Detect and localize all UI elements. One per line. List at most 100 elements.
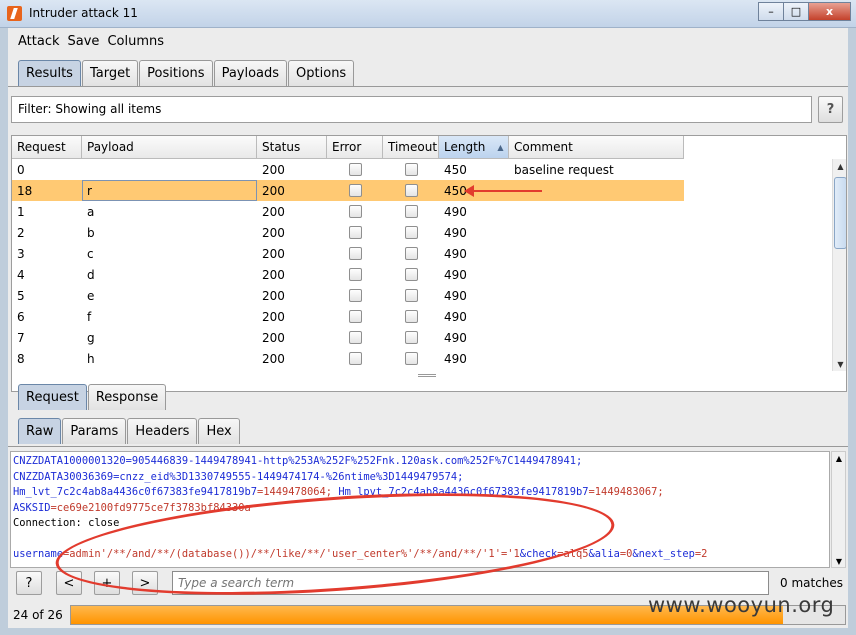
scroll-down-icon[interactable]: ▼ (832, 555, 846, 567)
raw-request-text[interactable]: CNZZDATA1000001320=905446839-1449478941-… (10, 451, 830, 568)
cell-request: 0 (17, 162, 25, 177)
tab-results[interactable]: Results (18, 60, 81, 86)
top-tabs: Results Target Positions Payloads Option… (18, 60, 355, 86)
tab-params[interactable]: Params (62, 418, 127, 444)
table-row[interactable]: 7 g 200 490 (12, 327, 684, 348)
error-checkbox[interactable] (348, 226, 362, 239)
raw-line-blank (13, 532, 829, 548)
table-row[interactable]: 4 d 200 490 (12, 264, 684, 285)
error-checkbox[interactable] (348, 289, 362, 302)
cell-request: 1 (17, 204, 25, 219)
error-checkbox[interactable] (348, 247, 362, 260)
cell-comment (509, 222, 684, 243)
cookie-name: Hm_lpvt_7c2c4ab8a4436c0f67383fe9417819b7 (338, 486, 589, 498)
tab-payloads[interactable]: Payloads (213, 60, 288, 86)
error-checkbox[interactable] (348, 331, 362, 344)
cell-timeout (383, 222, 439, 243)
tab-hex[interactable]: Hex (198, 418, 240, 444)
cell-comment (509, 264, 684, 285)
tab-target[interactable]: Target (81, 60, 139, 86)
error-checkbox[interactable] (348, 184, 362, 197)
search-add-button[interactable]: + (94, 571, 120, 595)
timeout-checkbox[interactable] (404, 268, 418, 281)
table-scrollbar[interactable]: ▲ ▼ (832, 159, 846, 371)
close-button[interactable]: x (808, 2, 851, 21)
search-next-button[interactable]: > (132, 571, 158, 595)
timeout-checkbox[interactable] (404, 184, 418, 197)
menu-attack[interactable]: Attack (18, 34, 60, 49)
tab-response[interactable]: Response (87, 384, 167, 410)
cell-status: 200 (262, 183, 285, 198)
tab-positions[interactable]: Positions (139, 60, 213, 86)
scroll-down-icon[interactable]: ▼ (833, 357, 846, 371)
timeout-checkbox[interactable] (404, 247, 418, 260)
error-checkbox[interactable] (348, 163, 362, 176)
maximize-button[interactable]: □ (783, 2, 809, 21)
table-row[interactable]: 18 r 200 450 (12, 180, 684, 201)
cell-timeout (383, 348, 439, 369)
cell-error (327, 222, 383, 243)
cell-timeout (383, 264, 439, 285)
column-length-label: Length (444, 140, 486, 154)
error-checkbox[interactable] (348, 352, 362, 365)
cookie-value: =1449483067; (588, 486, 664, 498)
table-header: Request Payload Status Error Timeout Len… (12, 136, 684, 159)
cookie-value: =ce69e2100fd9775ce7f3783bf84330a (50, 501, 251, 514)
raw-line: Connection: close (13, 517, 120, 529)
column-comment[interactable]: Comment (509, 136, 684, 159)
tab-options[interactable]: Options (288, 60, 355, 86)
scroll-up-icon[interactable]: ▲ (832, 452, 846, 464)
column-payload[interactable]: Payload (82, 136, 257, 159)
cell-payload (82, 159, 257, 180)
timeout-checkbox[interactable] (404, 205, 418, 218)
raw-scrollbar[interactable]: ▲ ▼ (831, 451, 846, 568)
error-checkbox[interactable] (348, 205, 362, 218)
tab-headers[interactable]: Headers (127, 418, 198, 444)
column-error[interactable]: Error (327, 136, 383, 159)
search-prev-button[interactable]: < (56, 571, 82, 595)
cell-payload: d (87, 267, 95, 282)
error-checkbox[interactable] (348, 310, 362, 323)
timeout-checkbox[interactable] (404, 289, 418, 302)
table-row[interactable]: 6 f 200 490 (12, 306, 684, 327)
filter-help-button[interactable]: ? (818, 96, 843, 123)
cell-status: 200 (262, 246, 285, 261)
table-row[interactable]: 8 h 200 490 (12, 348, 684, 369)
menu-columns[interactable]: Columns (107, 34, 164, 49)
results-table: Request Payload Status Error Timeout Len… (11, 135, 847, 392)
cell-status: 200 (262, 267, 285, 282)
column-length[interactable]: Length ▲ (439, 136, 509, 159)
column-request[interactable]: Request (12, 136, 82, 159)
window-controls: – □ x (758, 2, 851, 21)
cell-payload: h (87, 351, 95, 366)
search-help-button[interactable]: ? (16, 571, 42, 595)
cell-request: 8 (17, 351, 25, 366)
column-timeout[interactable]: Timeout (383, 136, 439, 159)
menu-save[interactable]: Save (68, 34, 100, 49)
search-input[interactable] (172, 571, 769, 595)
tab-raw[interactable]: Raw (18, 418, 62, 444)
filter-bar[interactable]: Filter: Showing all items (11, 96, 812, 123)
table-row[interactable]: 5 e 200 490 (12, 285, 684, 306)
scroll-thumb[interactable] (834, 177, 846, 249)
scroll-up-icon[interactable]: ▲ (833, 159, 846, 173)
error-checkbox[interactable] (348, 268, 362, 281)
column-status[interactable]: Status (257, 136, 327, 159)
param-name: &check (519, 548, 558, 560)
pane-splitter[interactable] (418, 374, 436, 377)
tab-request[interactable]: Request (18, 384, 87, 410)
param-value: =0 (619, 548, 633, 560)
timeout-checkbox[interactable] (404, 226, 418, 239)
table-row[interactable]: 3 c 200 490 (12, 243, 684, 264)
timeout-checkbox[interactable] (404, 352, 418, 365)
minimize-button[interactable]: – (758, 2, 784, 21)
timeout-checkbox[interactable] (404, 331, 418, 344)
table-row[interactable]: 2 b 200 490 (12, 222, 684, 243)
timeout-checkbox[interactable] (404, 310, 418, 323)
title-bar: Intruder attack 11 – □ x (0, 0, 856, 28)
timeout-checkbox[interactable] (404, 163, 418, 176)
table-row[interactable]: 1 a 200 490 (12, 201, 684, 222)
cell-length: 490 (444, 288, 467, 303)
table-row[interactable]: 0 200 450 baseline request (12, 159, 684, 180)
cell-error (327, 264, 383, 285)
